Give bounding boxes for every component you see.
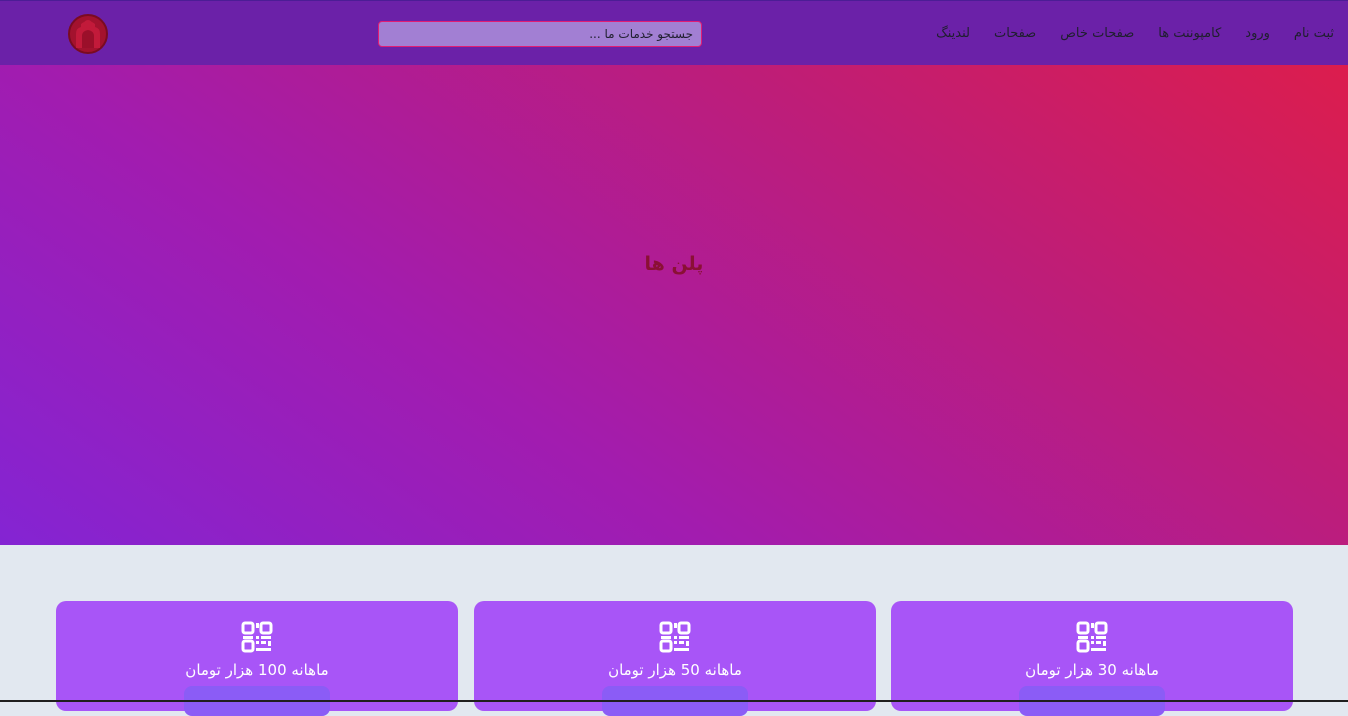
plan-price: ماهانه 50 هزار تومان [608, 661, 742, 679]
nav-link-signup[interactable]: ثبت نام [1294, 26, 1334, 41]
plan-card[interactable]: ماهانه 100 هزار تومان [56, 601, 458, 716]
nav-link-special-pages[interactable]: صفحات خاص [1060, 26, 1134, 41]
nav-menu: لندینگ صفحات صفحات خاص کامپوننت ها ورود … [936, 1, 1334, 66]
hero-title: پلن ها [644, 253, 704, 275]
hero-banner: پلن ها [0, 65, 1348, 545]
qr-code-icon [659, 621, 691, 653]
nav-link-login[interactable]: ورود [1245, 26, 1270, 41]
logo-icon [68, 14, 108, 54]
qr-code-icon [1076, 621, 1108, 653]
plan-card[interactable]: ماهانه 30 هزار تومان [891, 601, 1293, 716]
site-logo[interactable] [67, 12, 109, 56]
plans-section: ماهانه 100 هزار تومان ماهانه 50 هزار توم… [0, 545, 1348, 716]
search-input[interactable] [378, 21, 702, 47]
top-navbar: لندینگ صفحات صفحات خاص کامپوننت ها ورود … [0, 0, 1348, 65]
nav-link-pages[interactable]: صفحات [994, 26, 1036, 41]
plan-price: ماهانه 30 هزار تومان [1025, 661, 1159, 679]
qr-code-icon [241, 621, 273, 653]
nav-link-components[interactable]: کامپوننت ها [1158, 26, 1221, 41]
plan-price: ماهانه 100 هزار تومان [185, 661, 329, 679]
plan-card[interactable]: ماهانه 50 هزار تومان [474, 601, 876, 716]
nav-link-landing[interactable]: لندینگ [936, 26, 970, 41]
